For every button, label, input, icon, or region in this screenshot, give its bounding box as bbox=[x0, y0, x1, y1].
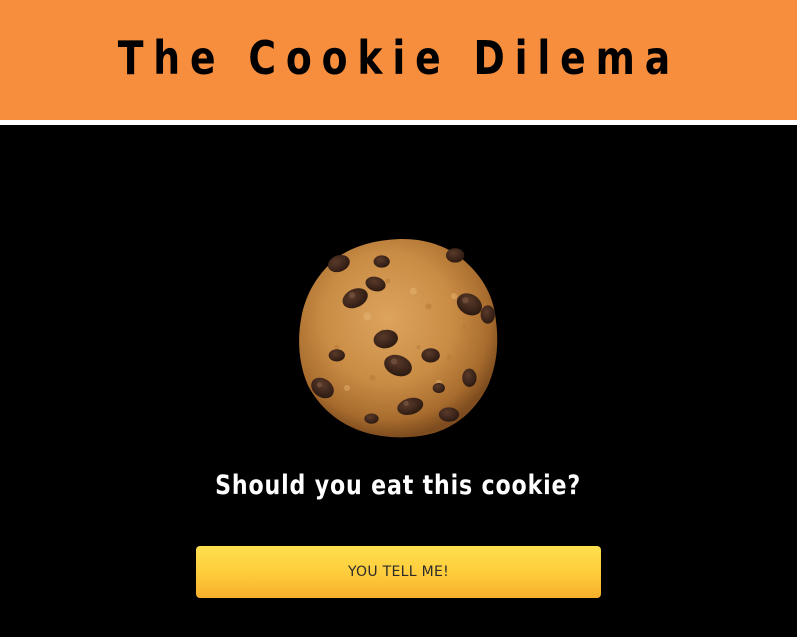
chocolate-chip-cookie-icon bbox=[299, 239, 498, 438]
cookie-image bbox=[296, 235, 500, 439]
main-content: Should you eat this cookie? YOU TELL ME! bbox=[0, 125, 797, 637]
page-header: The Cookie Dilema bbox=[0, 0, 797, 120]
question-label: Should you eat this cookie? bbox=[215, 470, 582, 501]
you-tell-me-button[interactable]: YOU TELL ME! bbox=[196, 546, 601, 598]
page-title: The Cookie Dilema bbox=[117, 31, 680, 85]
question-text: Should you eat this cookie? bbox=[0, 470, 797, 501]
